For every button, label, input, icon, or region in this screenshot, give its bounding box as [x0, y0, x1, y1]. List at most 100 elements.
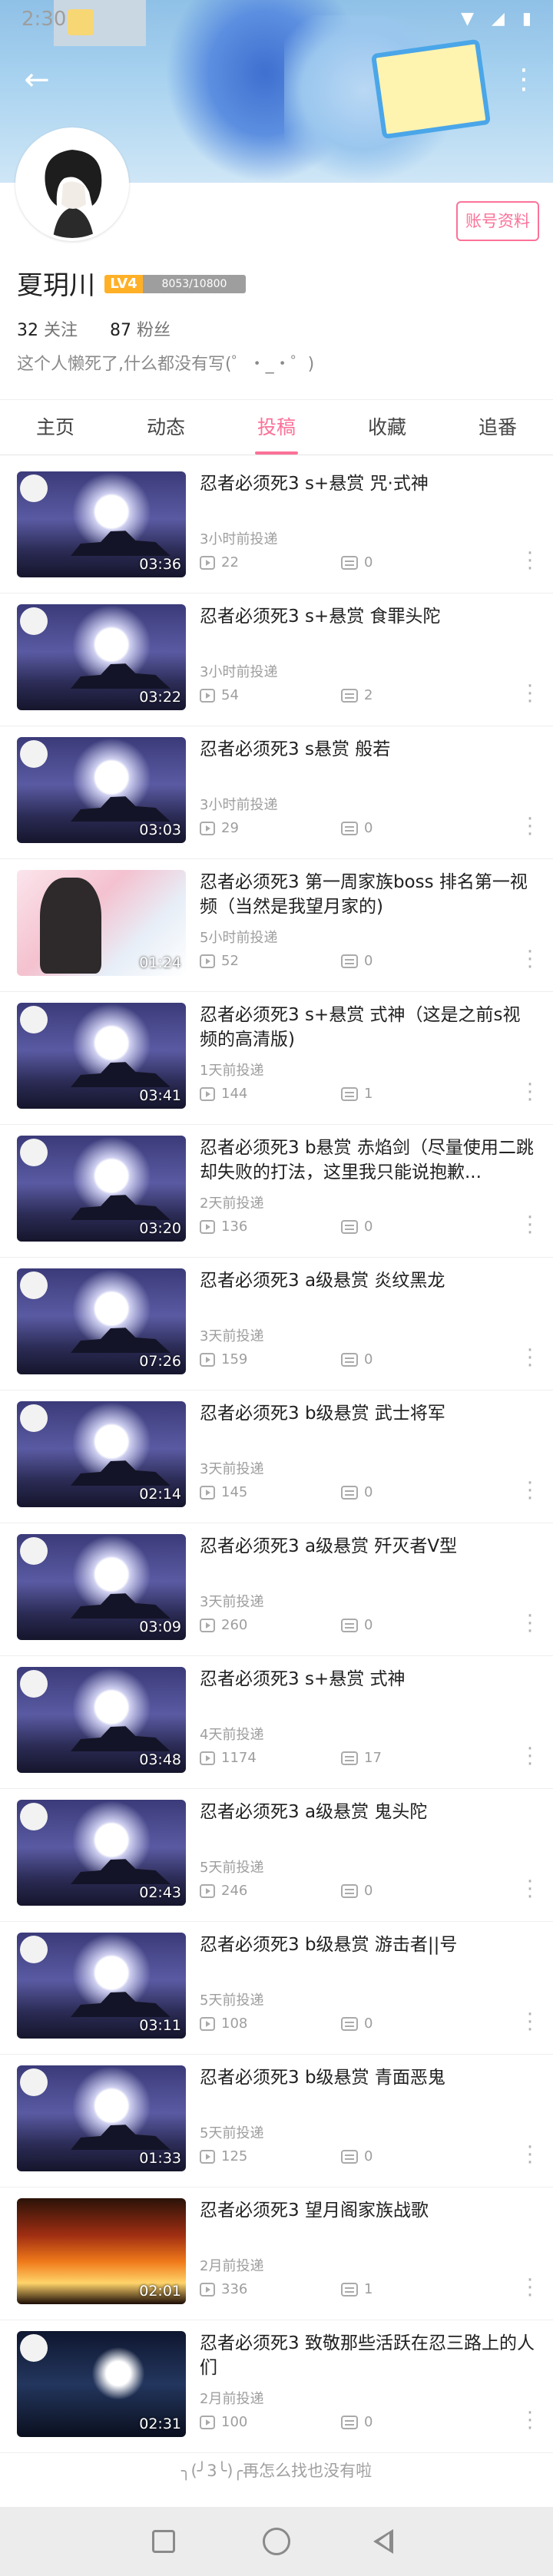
fans-link[interactable]: 87 粉丝 — [110, 321, 171, 340]
exp-progress: 8053/10800 — [143, 275, 246, 293]
video-thumbnail[interactable]: 07:26 — [17, 1268, 186, 1374]
video-item[interactable]: 01:24 忍者必须死3 第一周家族boss 排名第一视频（当然是我望月家的) 5小… — [0, 859, 553, 992]
play-count: 336 — [221, 2281, 248, 2297]
following-count: 32 — [17, 321, 38, 340]
more-vertical-icon[interactable]: · · · — [524, 2138, 536, 2174]
more-vertical-icon[interactable]: · · · — [524, 1473, 536, 1510]
more-vertical-icon[interactable]: · · · — [524, 2403, 536, 2440]
status-icons: ▼ ◢ ▮ — [461, 9, 538, 28]
video-item[interactable]: 03:36 忍者必须死3 s+悬赏 咒·式神 3小时前投递 22 0 · · · — [0, 461, 553, 594]
video-item[interactable]: 03:22 忍者必须死3 s+悬赏 食罪头陀 3小时前投递 54 2 · · · — [0, 594, 553, 726]
video-thumbnail[interactable]: 03:03 — [17, 737, 186, 843]
play-count: 136 — [221, 1219, 248, 1235]
more-vertical-icon[interactable]: · · · — [524, 1606, 536, 1643]
video-title[interactable]: 忍者必须死3 s+悬赏 咒·式神 — [200, 471, 535, 496]
video-item[interactable]: 02:14 忍者必须死3 b级悬赏 武士将军 3天前投递 145 0 · · · — [0, 1391, 553, 1523]
play-count: 54 — [221, 687, 239, 703]
danmaku-icon — [341, 1751, 358, 1765]
video-upload-time: 3小时前投递 — [200, 531, 278, 547]
more-vertical-icon[interactable]: · · · — [524, 1075, 536, 1112]
square-icon[interactable] — [152, 2530, 175, 2553]
more-vertical-icon[interactable]: · · · — [524, 1208, 536, 1245]
play-count-icon — [200, 1220, 215, 1234]
video-item[interactable]: 07:26 忍者必须死3 a级悬赏 炎纹黑龙 3天前投递 159 0 · · · — [0, 1258, 553, 1391]
triangle-back-icon[interactable] — [373, 2529, 393, 2554]
video-thumbnail[interactable]: 01:24 — [17, 870, 186, 976]
tab-home[interactable]: 主页 — [0, 401, 111, 455]
video-item[interactable]: 03:09 忍者必须死3 a级悬赏 歼灭者V型 3天前投递 260 0 · · · — [0, 1523, 553, 1656]
danmaku-icon — [341, 1486, 358, 1500]
video-thumbnail[interactable]: 03:11 — [17, 1933, 186, 2039]
following-link[interactable]: 32 关注 — [17, 321, 78, 340]
video-thumbnail[interactable]: 03:20 — [17, 1136, 186, 1242]
video-thumbnail[interactable]: 02:14 — [17, 1401, 186, 1507]
tab-bangumi[interactable]: 追番 — [442, 401, 553, 455]
tab-favorites[interactable]: 收藏 — [332, 401, 442, 455]
video-title[interactable]: 忍者必须死3 b级悬赏 青面恶鬼 — [200, 2065, 535, 2090]
video-title[interactable]: 忍者必须死3 b级悬赏 武士将军 — [200, 1401, 535, 1426]
more-button[interactable]: ⋮ — [508, 61, 539, 98]
video-thumbnail[interactable]: 03:48 — [17, 1667, 186, 1773]
video-thumbnail[interactable]: 02:43 — [17, 1800, 186, 1906]
video-thumbnail[interactable]: 02:01 — [17, 2198, 186, 2304]
video-item[interactable]: 03:48 忍者必须死3 s+悬赏 式神 4天前投递 1174 17 · · · — [0, 1656, 553, 1789]
video-stats: 260 0 — [200, 1617, 535, 1635]
more-vertical-icon[interactable]: · · · — [524, 1739, 536, 1776]
video-stats: 54 2 — [200, 687, 535, 706]
video-upload-time: 3天前投递 — [200, 1594, 264, 1610]
danmaku-count: 0 — [364, 2015, 373, 2032]
video-thumbnail[interactable]: 03:41 — [17, 1003, 186, 1109]
video-title[interactable]: 忍者必须死3 a级悬赏 鬼头陀 — [200, 1800, 535, 1824]
video-thumbnail[interactable]: 02:31 — [17, 2331, 186, 2437]
video-title[interactable]: 忍者必须死3 b悬赏 赤焰剑（尽量使用二跳却失败的打法，这里我只能说抱歉... — [200, 1136, 535, 1185]
avatar[interactable] — [15, 127, 129, 241]
video-upload-time: 5天前投递 — [200, 2125, 264, 2141]
video-item[interactable]: 03:20 忍者必须死3 b悬赏 赤焰剑（尽量使用二跳却失败的打法，这里我只能说抱… — [0, 1125, 553, 1258]
account-info-button[interactable]: 账号资料 — [456, 201, 539, 241]
video-title[interactable]: 忍者必须死3 致敬那些活跃在忍三路上的人们 — [200, 2331, 535, 2380]
divider — [0, 399, 553, 400]
video-thumbnail[interactable]: 03:36 — [17, 471, 186, 577]
video-title[interactable]: 忍者必须死3 b级悬赏 游击者||号 — [200, 1933, 535, 1957]
video-title[interactable]: 忍者必须死3 s悬赏 般若 — [200, 737, 535, 762]
circle-icon[interactable] — [263, 2528, 290, 2555]
video-title[interactable]: 忍者必须死3 a级悬赏 炎纹黑龙 — [200, 1268, 535, 1293]
more-vertical-icon[interactable]: · · · — [524, 676, 536, 713]
more-vertical-icon[interactable]: · · · — [524, 942, 536, 979]
video-title[interactable]: 忍者必须死3 a级悬赏 歼灭者V型 — [200, 1534, 535, 1559]
tab-uploads[interactable]: 投稿 — [221, 401, 332, 455]
back-button[interactable]: ← — [18, 61, 55, 98]
more-vertical-icon[interactable]: · · · — [524, 544, 536, 580]
danmaku-count: 0 — [364, 820, 373, 836]
video-title[interactable]: 忍者必须死3 第一周家族boss 排名第一视频（当然是我望月家的) — [200, 870, 535, 919]
video-thumbnail[interactable]: 03:09 — [17, 1534, 186, 1640]
tab-dynamic[interactable]: 动态 — [111, 401, 221, 455]
video-item[interactable]: 03:11 忍者必须死3 b级悬赏 游击者||号 5天前投递 108 0 · · · — [0, 1922, 553, 2055]
video-item[interactable]: 03:03 忍者必须死3 s悬赏 般若 3小时前投递 29 0 · · · — [0, 726, 553, 859]
video-title[interactable]: 忍者必须死3 s+悬赏 式神 — [200, 1667, 535, 1691]
play-count-icon — [200, 1087, 215, 1101]
video-item[interactable]: 02:43 忍者必须死3 a级悬赏 鬼头陀 5天前投递 246 0 · · · — [0, 1789, 553, 1922]
play-count: 144 — [221, 1086, 248, 1102]
more-vertical-icon[interactable]: · · · — [524, 1341, 536, 1377]
video-duration: 01:33 — [139, 2150, 181, 2167]
more-vertical-icon[interactable]: · · · — [524, 809, 536, 846]
video-thumbnail[interactable]: 03:22 — [17, 604, 186, 710]
video-item[interactable]: 03:41 忍者必须死3 s+悬赏 式神（这是之前s视频的高清版) 1天前投递 144… — [0, 992, 553, 1125]
video-title[interactable]: 忍者必须死3 s+悬赏 食罪头陀 — [200, 604, 535, 629]
video-item[interactable]: 02:31 忍者必须死3 致敬那些活跃在忍三路上的人们 2月前投递 100 0 · · · — [0, 2320, 553, 2453]
video-title[interactable]: 忍者必须死3 s+悬赏 式神（这是之前s视频的高清版) — [200, 1003, 535, 1052]
more-vertical-icon[interactable]: · · · — [524, 2005, 536, 2042]
video-title[interactable]: 忍者必须死3 望月阁家族战歌 — [200, 2198, 535, 2223]
following-label: 关注 — [44, 321, 78, 340]
video-thumbnail[interactable]: 01:33 — [17, 2065, 186, 2171]
video-item[interactable]: 01:33 忍者必须死3 b级悬赏 青面恶鬼 5天前投递 125 0 · · · — [0, 2055, 553, 2187]
play-count-icon — [200, 2283, 215, 2297]
video-duration: 03:20 — [139, 1220, 181, 1237]
video-item[interactable]: 02:01 忍者必须死3 望月阁家族战歌 2月前投递 336 1 · · · — [0, 2187, 553, 2320]
more-vertical-icon[interactable]: · · · — [524, 1872, 536, 1909]
fans-count: 87 — [109, 321, 131, 340]
danmaku-count: 0 — [364, 1219, 373, 1235]
video-duration: 02:43 — [139, 1884, 181, 1901]
more-vertical-icon[interactable]: · · · — [524, 2270, 536, 2307]
